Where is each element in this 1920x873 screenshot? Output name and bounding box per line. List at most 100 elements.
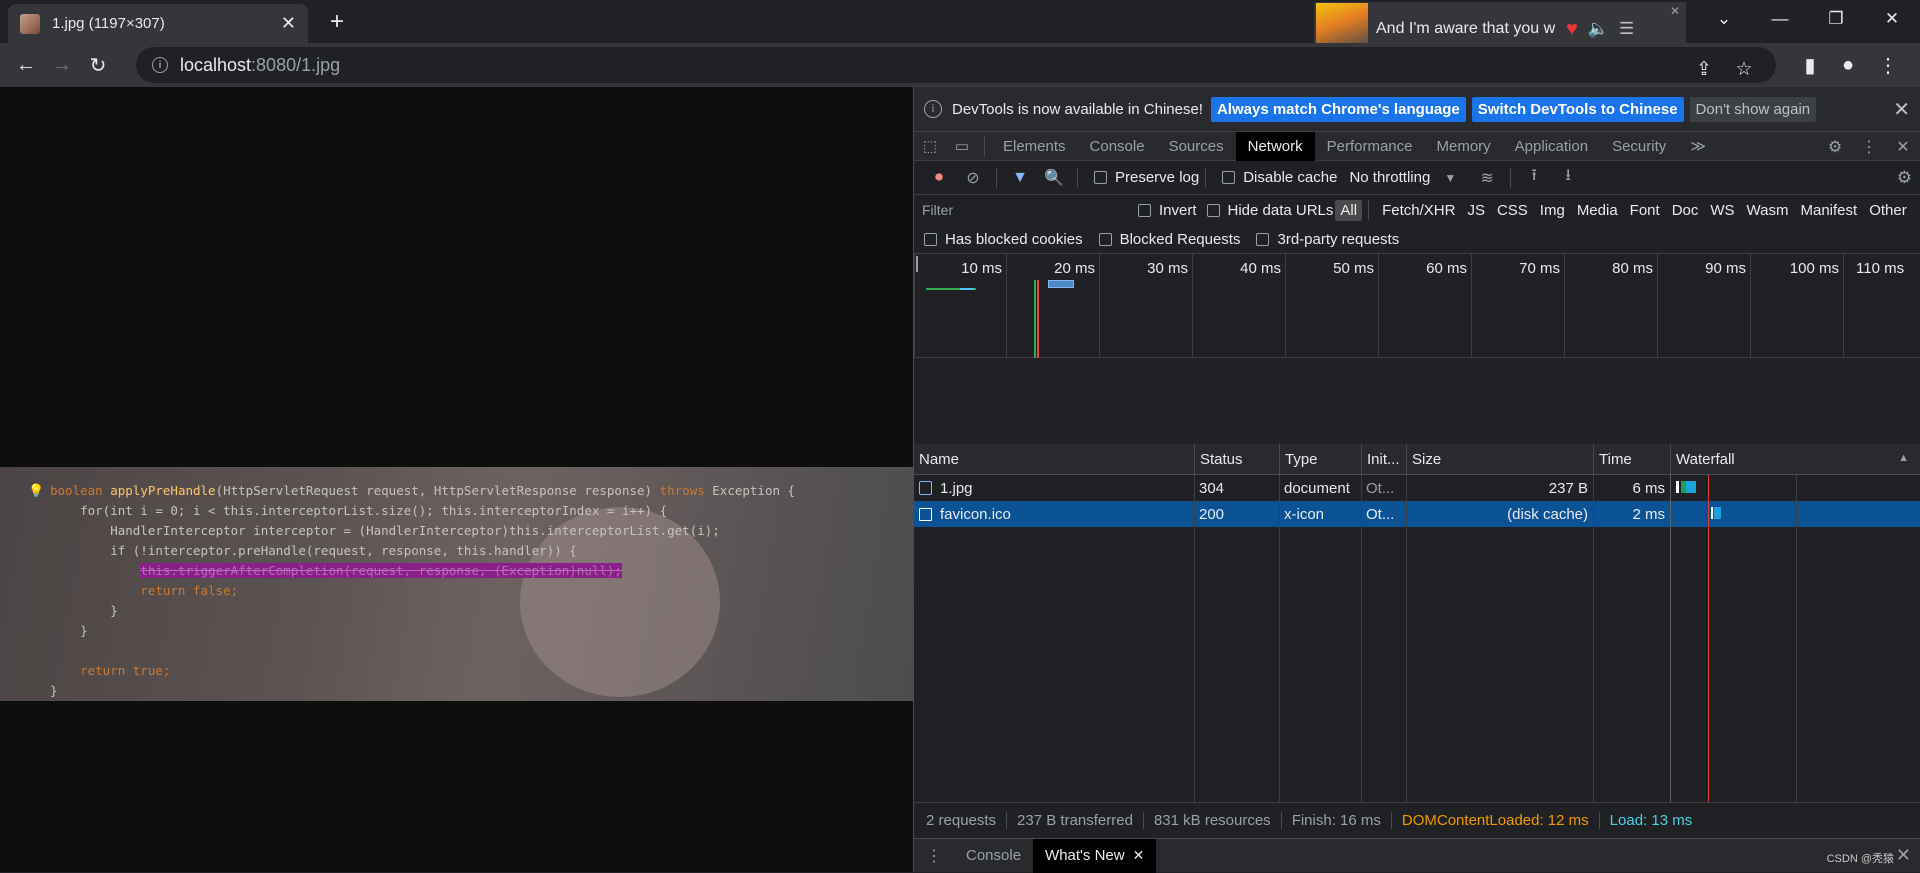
close-devtools-icon[interactable]: ✕ <box>1886 137 1920 157</box>
export-har-icon[interactable]: ⭳ <box>1551 164 1585 191</box>
side-panel-icon[interactable]: ▮ <box>1792 53 1828 78</box>
dont-show-again-button[interactable]: Don't show again <box>1689 96 1817 122</box>
settings-gear-icon[interactable]: ⚙ <box>1818 137 1852 157</box>
col-initiator[interactable]: Init... <box>1361 444 1406 475</box>
throttling-select[interactable]: No throttling <box>1349 169 1430 186</box>
minimize-button[interactable]: — <box>1752 0 1808 38</box>
filter-type-img[interactable]: Img <box>1535 200 1570 221</box>
has-blocked-cookies-checkbox[interactable]: Has blocked cookies <box>924 231 1083 248</box>
network-settings-icon[interactable]: ⚙ <box>1897 168 1912 188</box>
invert-checkbox[interactable]: Invert <box>1138 202 1197 219</box>
share-icon[interactable]: ⇪ <box>1684 58 1724 81</box>
search-icon[interactable]: 🔍 <box>1037 168 1071 188</box>
more-tabs-icon[interactable]: ≫ <box>1678 132 1718 161</box>
switch-chinese-button[interactable]: Switch DevTools to Chinese <box>1471 96 1684 122</box>
col-waterfall[interactable]: Waterfall <box>1670 444 1920 475</box>
col-size[interactable]: Size <box>1406 444 1593 475</box>
checkbox-box[interactable] <box>1094 171 1107 184</box>
chevron-down-icon[interactable]: ▼ <box>1444 171 1456 185</box>
address-bar[interactable]: i localhost :8080/1.jpg ⇪ ☆ <box>136 47 1776 83</box>
filter-type-wasm[interactable]: Wasm <box>1742 200 1794 221</box>
profile-icon[interactable]: ● <box>1830 54 1866 77</box>
browser-tab[interactable]: 1.jpg (1197×307) ✕ <box>8 4 308 43</box>
back-icon[interactable]: ← <box>8 54 44 77</box>
media-close-icon[interactable]: ✕ <box>1670 4 1680 18</box>
col-type[interactable]: Type <box>1279 444 1361 475</box>
restore-button[interactable]: ❐ <box>1808 0 1864 38</box>
preserve-log-checkbox[interactable]: Preserve log <box>1094 169 1199 186</box>
drawer-tab-label: What's New <box>1045 847 1125 864</box>
col-time[interactable]: Time <box>1593 444 1670 475</box>
filter-type-css[interactable]: CSS <box>1492 200 1533 221</box>
network-overview-timeline[interactable]: 10 ms 20 ms 30 ms 40 ms 50 ms 60 ms 70 m… <box>914 254 1920 358</box>
checkbox-box[interactable] <box>924 232 937 246</box>
filter-type-media[interactable]: Media <box>1572 200 1623 221</box>
tab-sources[interactable]: Sources <box>1157 132 1236 161</box>
third-party-checkbox[interactable]: 3rd-party requests <box>1256 231 1399 248</box>
code-line: HandlerInterceptor interceptor = (Handle… <box>50 523 720 538</box>
checkbox-box[interactable] <box>1206 203 1220 217</box>
summary-transferred: 237 B transferred <box>1007 812 1144 829</box>
menu-icon[interactable]: ⋮ <box>1870 53 1906 78</box>
tab-performance[interactable]: Performance <box>1315 132 1425 161</box>
disable-cache-checkbox[interactable]: Disable cache <box>1222 169 1337 186</box>
tick-label: 100 ms <box>1789 260 1839 277</box>
import-har-icon[interactable]: ⭱ <box>1517 164 1551 191</box>
table-row[interactable]: 1.jpg 304 document Ot... 237 B 6 ms <box>914 475 1920 501</box>
heart-icon[interactable]: ♥ <box>1566 18 1578 41</box>
inspect-element-icon[interactable]: ⬚ <box>914 137 946 155</box>
tab-elements[interactable]: Elements <box>991 132 1078 161</box>
table-row-selected[interactable]: favicon.ico 200 x-icon Ot... (disk cache… <box>914 501 1920 527</box>
forward-icon[interactable]: → <box>44 54 80 77</box>
col-name[interactable]: Name <box>914 444 1194 475</box>
match-language-button[interactable]: Always match Chrome's language <box>1210 96 1466 122</box>
checkbox-box[interactable] <box>1098 232 1112 246</box>
reload-icon[interactable]: ↻ <box>80 53 116 78</box>
checkbox-box[interactable] <box>1138 203 1151 217</box>
tab-memory[interactable]: Memory <box>1425 132 1503 161</box>
filter-type-js[interactable]: JS <box>1462 200 1490 221</box>
more-options-icon[interactable]: ⋮ <box>1852 137 1886 157</box>
checkbox-box[interactable] <box>1222 171 1236 184</box>
tab-security[interactable]: Security <box>1600 132 1678 161</box>
drawer-close-icon[interactable]: ✕ <box>1896 845 1911 866</box>
tab-application[interactable]: Application <box>1503 132 1600 161</box>
checkbox-box[interactable] <box>1256 232 1270 246</box>
new-tab-button[interactable]: + <box>322 8 352 36</box>
filter-icon[interactable]: ▼ <box>1003 169 1037 187</box>
waterfall-grid-line <box>1796 475 1797 802</box>
drawer-tab-close-icon[interactable]: ✕ <box>1133 847 1145 864</box>
tab-console[interactable]: Console <box>1078 132 1157 161</box>
filter-type-all[interactable]: All <box>1335 199 1363 221</box>
clear-icon[interactable]: ⊘ <box>956 168 990 188</box>
device-toolbar-icon[interactable]: ▭ <box>946 137 978 155</box>
network-conditions-icon[interactable]: ≋ <box>1470 168 1504 188</box>
banner-message: DevTools is now available in Chinese! <box>952 100 1203 118</box>
hide-data-urls-checkbox[interactable]: Hide data URLs <box>1206 202 1333 219</box>
bookmark-star-icon[interactable]: ☆ <box>1724 58 1764 81</box>
row-type: x-icon <box>1284 505 1325 523</box>
filter-type-ws[interactable]: WS <box>1705 200 1739 221</box>
filter-type-other[interactable]: Other <box>1864 200 1912 221</box>
banner-close-icon[interactable]: ✕ <box>1893 97 1910 122</box>
tab-search-icon[interactable]: ⌄ <box>1696 0 1752 38</box>
drawer-menu-icon[interactable]: ⋮ <box>914 846 954 866</box>
column-divider <box>1279 475 1280 802</box>
code-line: return false; <box>50 583 239 598</box>
site-info-icon[interactable]: i <box>152 57 168 73</box>
drawer-tab-whats-new[interactable]: What's New ✕ <box>1033 838 1157 873</box>
record-stop-icon[interactable]: ⏺ <box>922 169 956 187</box>
close-window-button[interactable]: ✕ <box>1864 0 1920 38</box>
drawer-tab-console[interactable]: Console <box>954 839 1033 873</box>
filter-type-doc[interactable]: Doc <box>1667 200 1704 221</box>
volume-icon[interactable]: 🔈 <box>1588 19 1609 39</box>
tab-network[interactable]: Network <box>1235 131 1315 161</box>
filter-type-manifest[interactable]: Manifest <box>1796 200 1863 221</box>
col-status[interactable]: Status <box>1194 444 1279 475</box>
playlist-icon[interactable]: ☰ <box>1619 19 1634 39</box>
blocked-requests-checkbox[interactable]: Blocked Requests <box>1098 231 1240 248</box>
filter-input[interactable]: Filter <box>922 199 1122 221</box>
filter-type-font[interactable]: Font <box>1625 200 1665 221</box>
filter-type-fetch[interactable]: Fetch/XHR <box>1377 200 1460 221</box>
tab-close-icon[interactable]: ✕ <box>281 13 296 34</box>
